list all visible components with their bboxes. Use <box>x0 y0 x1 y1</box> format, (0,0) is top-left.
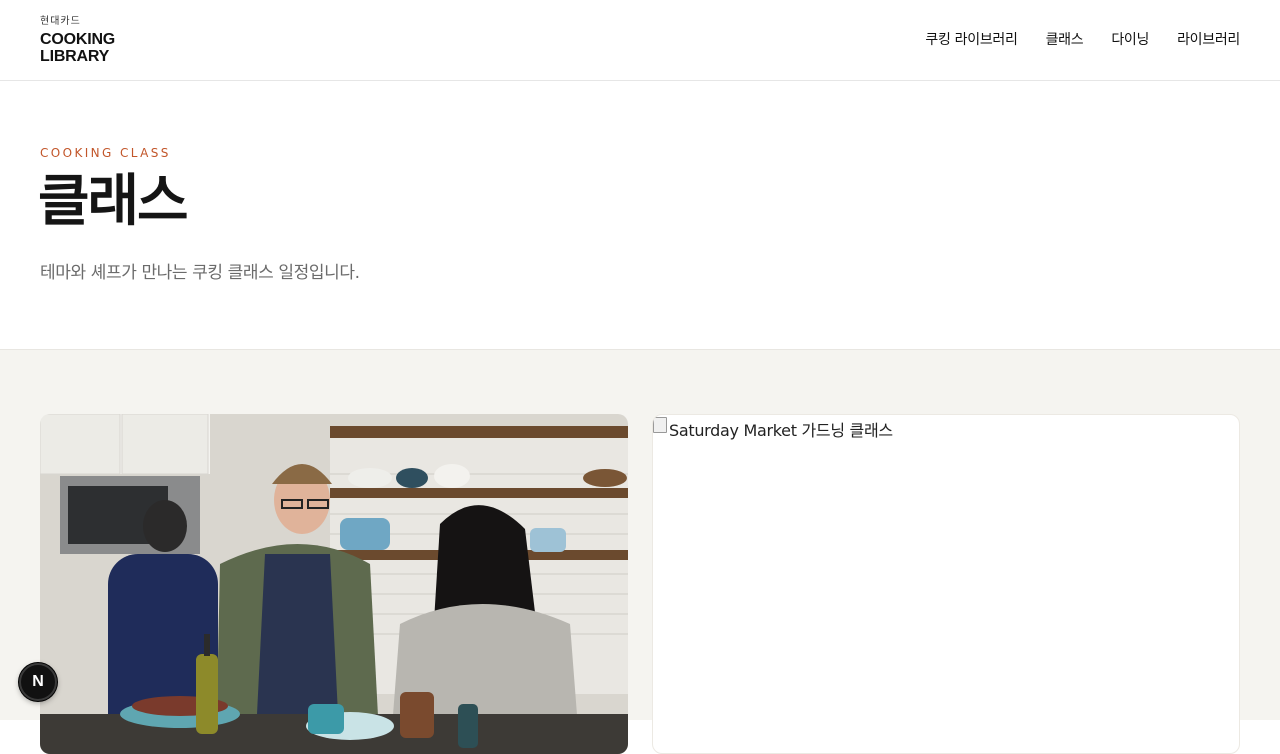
nav-item-class[interactable]: 클래스 <box>1046 31 1084 49</box>
site-header: 현대카드 COOKING LIBRARY 쿠킹 라이브러리 클래스 다이닝 라이… <box>0 0 1280 81</box>
logo[interactable]: 현대카드 COOKING LIBRARY <box>40 16 116 66</box>
kitchen-photo <box>40 414 628 754</box>
class-grid: Saturday Market 가드닝 클래스 <box>0 350 1280 754</box>
nav-item-library[interactable]: 라이브러리 <box>1177 31 1240 49</box>
class-card[interactable]: Saturday Market 가드닝 클래스 <box>652 414 1240 754</box>
hero-section: COOKING CLASS 클래스 테마와 셰프가 만나는 쿠킹 클래스 일정입… <box>0 81 1280 350</box>
nav-item-dining[interactable]: 다이닝 <box>1111 31 1149 49</box>
main-nav: 쿠킹 라이브러리 클래스 다이닝 라이브러리 <box>925 31 1240 49</box>
class-card[interactable] <box>40 414 628 754</box>
image-alt-text: Saturday Market 가드닝 클래스 <box>669 421 893 440</box>
logo-subtitle: 현대카드 <box>40 16 81 27</box>
section-eyebrow: COOKING CLASS <box>40 146 171 160</box>
page-title: 클래스 <box>38 169 189 234</box>
page-description: 테마와 셰프가 만나는 쿠킹 클래스 일정입니다. <box>40 263 360 283</box>
nav-item-cooking-library[interactable]: 쿠킹 라이브러리 <box>925 31 1018 49</box>
logo-title: COOKING LIBRARY <box>40 31 116 65</box>
dev-tools-badge[interactable]: N <box>19 663 57 701</box>
